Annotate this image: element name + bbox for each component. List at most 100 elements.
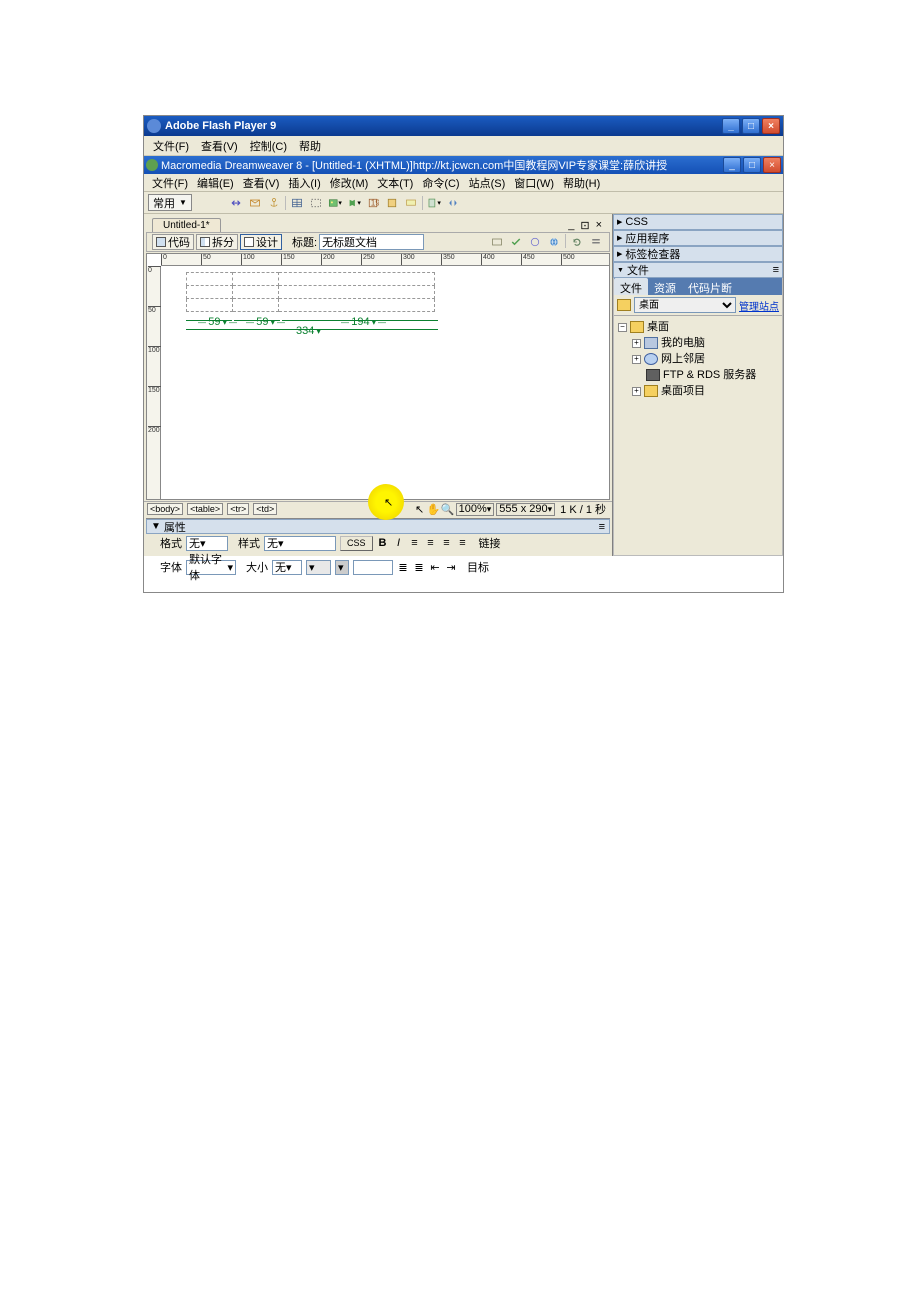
tag-body[interactable]: <body>	[147, 503, 183, 515]
doc-close-button[interactable]: ×	[594, 219, 604, 232]
image-icon[interactable]: ▾	[327, 195, 343, 211]
no-browser-check-icon[interactable]	[489, 234, 505, 250]
outer-menu-view[interactable]: 查看(V)	[196, 136, 243, 156]
css-panel-header[interactable]: CSS	[613, 214, 783, 230]
files-tab-snippets[interactable]: 代码片断	[682, 278, 738, 295]
outer-menu-control[interactable]: 控制(C)	[245, 136, 292, 156]
manage-sites-link[interactable]: 管理站点	[739, 298, 779, 313]
refresh-icon[interactable]	[569, 234, 585, 250]
doc-restore-button[interactable]: ⊡	[578, 219, 591, 232]
size-unit-select[interactable]: ▾	[306, 560, 331, 575]
dw-titlebar[interactable]: Macromedia Dreamweaver 8 - [Untitled-1 (…	[144, 156, 783, 174]
view-options-icon[interactable]	[588, 234, 604, 250]
css-button[interactable]: CSS	[340, 536, 373, 551]
desktop-folder-icon	[630, 321, 644, 333]
hand-tool-icon[interactable]: ✋	[428, 503, 440, 515]
application-panel-header[interactable]: 应用程序	[613, 230, 783, 246]
tag-table[interactable]: <table>	[187, 503, 223, 515]
code-view-button[interactable]: 代码	[152, 234, 194, 250]
check-browser-icon[interactable]	[527, 234, 543, 250]
design-view-button[interactable]: 设计	[240, 234, 282, 250]
tag-tr[interactable]: <tr>	[227, 503, 249, 515]
indent-icon[interactable]: ⇥	[445, 561, 457, 573]
dw-menu-modify[interactable]: 修改(M)	[326, 174, 373, 192]
properties-header[interactable]: ▼ 属性≡	[146, 519, 610, 534]
dw-menu-edit[interactable]: 编辑(E)	[193, 174, 238, 192]
tag-chooser-icon[interactable]	[445, 195, 461, 211]
font-select[interactable]: 默认字体 ▾	[186, 560, 236, 575]
outer-close-button[interactable]: ×	[762, 118, 780, 134]
window-size-select[interactable]: 555 x 290 ▾	[496, 503, 555, 516]
dw-menu-insert[interactable]: 插入(I)	[284, 174, 324, 192]
select-tool-icon[interactable]: ↖	[414, 503, 426, 515]
table-icon[interactable]	[289, 195, 305, 211]
dw-menu-help[interactable]: 帮助(H)	[559, 174, 604, 192]
align-right-icon[interactable]: ≡	[441, 537, 453, 549]
style-select[interactable]: 无 ▾	[264, 536, 336, 551]
outer-titlebar[interactable]: Adobe Flash Player 9 _ □ ×	[144, 116, 783, 136]
panel-menu-icon[interactable]: ≡	[599, 521, 605, 533]
panel-menu-icon[interactable]: ≡	[773, 264, 779, 276]
email-icon[interactable]	[247, 195, 263, 211]
insert-category-select[interactable]: 常用 ▼	[148, 194, 192, 211]
media-icon[interactable]: ▾	[346, 195, 362, 211]
date-icon[interactable]: 19	[365, 195, 381, 211]
align-center-icon[interactable]: ≡	[425, 537, 437, 549]
dw-menu-text[interactable]: 文本(T)	[373, 174, 417, 192]
dw-menu-file[interactable]: 文件(F)	[148, 174, 192, 192]
ol-icon[interactable]: ≣	[413, 561, 425, 573]
tree-mycomputer[interactable]: + 我的电脑	[632, 335, 778, 351]
preview-globe-icon[interactable]	[546, 234, 562, 250]
site-select[interactable]: 桌面	[634, 297, 736, 313]
table-row	[187, 273, 435, 286]
outdent-icon[interactable]: ⇤	[429, 561, 441, 573]
doc-minimize-button[interactable]: _	[566, 219, 576, 232]
size-select[interactable]: 无 ▾	[272, 560, 302, 575]
dw-minimize-button[interactable]: _	[723, 157, 741, 173]
tree-ftp-rds[interactable]: FTP & RDS 服务器	[632, 367, 778, 383]
zoom-select[interactable]: 100% ▾	[456, 503, 495, 516]
zoom-tool-icon[interactable]: 🔍	[442, 503, 454, 515]
files-tab-assets[interactable]: 资源	[648, 278, 682, 295]
italic-button[interactable]: I	[393, 537, 405, 549]
tag-inspector-panel-header[interactable]: 标签检查器	[613, 246, 783, 262]
color-input[interactable]	[353, 560, 393, 575]
align-justify-icon[interactable]: ≡	[457, 537, 469, 549]
dw-close-button[interactable]: ×	[763, 157, 781, 173]
ul-icon[interactable]: ≣	[397, 561, 409, 573]
design-canvas-wrap: 0 50 100 150 200 250 300 350 400 450 500	[146, 253, 610, 500]
outer-minimize-button[interactable]: _	[722, 118, 740, 134]
format-select[interactable]: 无 ▾	[186, 536, 228, 551]
outer-menu-help[interactable]: 帮助	[294, 136, 326, 156]
tree-network[interactable]: + 网上邻居	[632, 351, 778, 367]
design-canvas[interactable]: — 59 ▾ — — 59 ▾ — — 194 ▾ — 334 ▾	[161, 266, 609, 487]
outer-maximize-button[interactable]: □	[742, 118, 760, 134]
color-swatch[interactable]: ▾	[335, 560, 349, 575]
tree-root[interactable]: − 桌面	[618, 319, 778, 335]
comment-icon[interactable]	[403, 195, 419, 211]
anchor-icon[interactable]	[266, 195, 282, 211]
template-icon[interactable]: ▾	[426, 195, 442, 211]
hyperlink-icon[interactable]	[228, 195, 244, 211]
server-include-icon[interactable]	[384, 195, 400, 211]
outer-menu-file[interactable]: 文件(F)	[148, 136, 194, 156]
side-panels: CSS 应用程序 标签检查器 文件≡ 文件 资源 代码片断 桌面 管理	[612, 214, 783, 556]
design-table[interactable]	[186, 272, 435, 312]
dw-menu-site[interactable]: 站点(S)	[465, 174, 510, 192]
dw-menu-view[interactable]: 查看(V)	[239, 174, 284, 192]
dw-menu-window[interactable]: 窗口(W)	[510, 174, 558, 192]
dw-menu-cmd[interactable]: 命令(C)	[418, 174, 463, 192]
div-icon[interactable]	[308, 195, 324, 211]
tree-desktop-items[interactable]: + 桌面项目	[632, 383, 778, 399]
tag-td[interactable]: <td>	[253, 503, 277, 515]
size-label: 大小	[246, 559, 268, 575]
files-panel-header[interactable]: 文件≡	[613, 262, 783, 278]
dw-maximize-button[interactable]: □	[743, 157, 761, 173]
page-title-input[interactable]	[319, 234, 424, 250]
files-tab-files[interactable]: 文件	[614, 278, 648, 295]
align-left-icon[interactable]: ≡	[409, 537, 421, 549]
bold-button[interactable]: B	[377, 537, 389, 549]
validate-icon[interactable]	[508, 234, 524, 250]
split-view-button[interactable]: 拆分	[196, 234, 238, 250]
document-tab[interactable]: Untitled-1*	[152, 218, 221, 232]
